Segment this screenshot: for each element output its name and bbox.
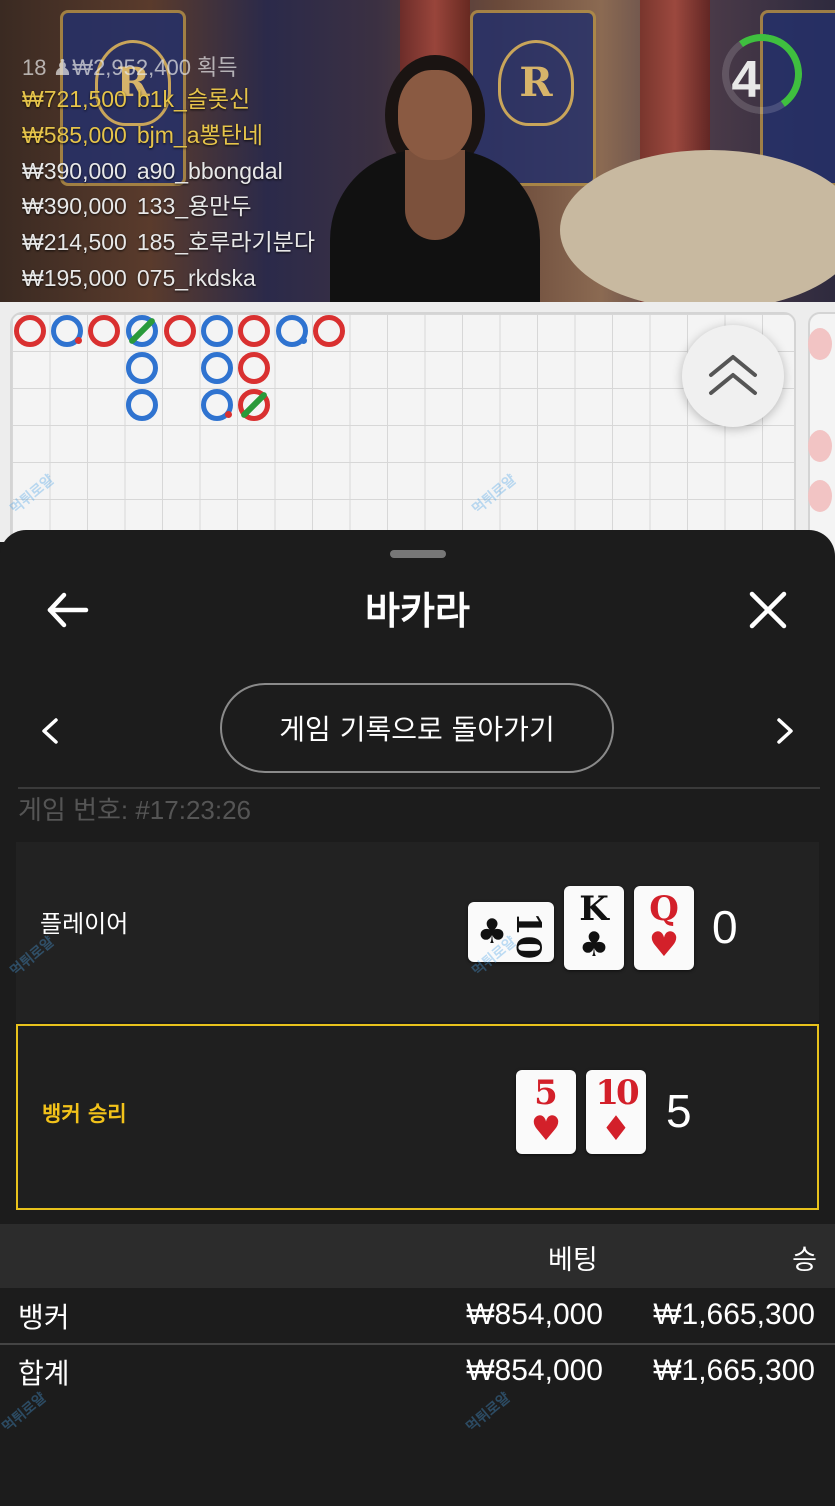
banker-result-marker (88, 315, 120, 347)
side-road-marker (808, 430, 832, 462)
winner-amount: ₩390,000 (22, 193, 127, 220)
pair-dot (300, 337, 307, 344)
royal-logo: R (498, 40, 574, 126)
dealer-neck (405, 150, 465, 240)
winner-row: ₩214,500 185_호루라기분다 (22, 225, 315, 261)
close-icon (749, 591, 787, 629)
row-win: ₩1,665,300 (653, 1354, 815, 1387)
card-rank: 10 (595, 1073, 639, 1113)
table-row: 합계 ₩854,000 ₩1,665,300 (0, 1346, 835, 1400)
player-hand: 플레이어 ♣ 10 K ♣ Q ♥ 0 먹튀로얄 먹튀로얄 (8, 842, 819, 1022)
winner-name: bjm_a뽕탄네 (136, 121, 263, 148)
pair-dot (225, 411, 232, 418)
row-label: 합계 (18, 1357, 70, 1390)
player-result-marker (201, 315, 233, 347)
back-to-game-history-button[interactable]: 게임 기록으로 돌아가기 (220, 683, 614, 773)
banker-card-2: 10 ♦ (586, 1070, 646, 1154)
bet-column-header: 베팅 (548, 1245, 598, 1276)
player-total: 0 (712, 901, 738, 953)
row-win: ₩1,665,300 (653, 1298, 815, 1331)
banker-hand: 뱅커 승리 5 ♥ 10 ♦ 5 (16, 1024, 819, 1210)
winner-row: ₩390,000 133_용만두 (22, 189, 315, 225)
player-card-3: Q ♥ (634, 886, 694, 970)
road-grid (10, 312, 796, 552)
row-label: 뱅커 (18, 1301, 70, 1334)
table-row: 뱅커 ₩854,000 ₩1,665,300 (0, 1290, 835, 1344)
game-table (560, 150, 835, 302)
previous-game-button[interactable] (30, 706, 70, 756)
banker-result-marker (238, 315, 270, 347)
winner-amount: ₩214,500 (22, 229, 127, 256)
card-rank: Q (649, 889, 679, 929)
banker-total: 5 (666, 1085, 692, 1137)
player-result-marker (126, 389, 158, 421)
row-bet: ₩854,000 (466, 1354, 603, 1387)
winner-name: 185_호루라기분다 (136, 229, 315, 256)
live-video-stream[interactable]: R R 4 18 ♟₩2,952,400 획득 ₩721,500 b1k_슬롯신 ₩… (0, 0, 835, 302)
chevron-left-icon (42, 718, 58, 744)
banker-card-1: 5 ♥ (516, 1070, 576, 1154)
card-suit: ♦ (600, 1109, 632, 1149)
banker-result-marker (313, 315, 345, 347)
double-chevron-up-icon (709, 355, 757, 395)
card-suit: ♥ (648, 925, 680, 965)
side-road-marker (808, 328, 832, 360)
winners-list: 18 ♟₩2,952,400 획득 ₩721,500 b1k_슬롯신 ₩585,00… (22, 50, 315, 297)
collapse-scoreboard-button[interactable] (682, 325, 784, 427)
watermark: 먹튀로얄 (7, 934, 58, 980)
winner-name: 133_용만두 (136, 193, 252, 220)
winner-name: a90_bbongdal (136, 157, 283, 184)
bet-table-header: 베팅 승 (0, 1224, 835, 1288)
row-bet: ₩854,000 (466, 1298, 603, 1331)
close-button[interactable] (740, 582, 796, 638)
winner-amount: ₩390,000 (22, 157, 127, 184)
pair-dot (75, 337, 82, 344)
winner-name: 075_rkdska (136, 264, 256, 291)
banker-win-label: 뱅커 승리 (42, 1102, 127, 1126)
game-number: 게임 번호: #17:23:26 (18, 795, 252, 825)
winner-row: ₩585,000 bjm_a뽕탄네 (22, 118, 315, 154)
winner-amount: ₩721,500 (22, 86, 127, 112)
winner-amount: ₩195,000 (22, 264, 127, 291)
player-label: 플레이어 (40, 910, 129, 938)
winner-row: ₩721,500 b1k_슬롯신 (22, 82, 315, 118)
chevron-right-icon (777, 718, 793, 744)
banker-result-marker (238, 352, 270, 384)
game-detail-sheet: 바카라 게임 기록으로 돌아가기 게임 번호: #17:23:26 플레이어 ♣… (0, 530, 835, 1506)
winner-row: ₩195,000 075_rkdska (22, 261, 315, 297)
next-game-button[interactable] (765, 706, 805, 756)
dealer-face (398, 70, 472, 160)
sheet-title: 바카라 (365, 589, 470, 633)
banker-result-marker (164, 315, 196, 347)
winners-header: 18 ♟₩2,952,400 획득 (22, 55, 238, 80)
countdown-timer: 4 (731, 51, 761, 109)
player-result-marker (126, 352, 158, 384)
winner-row: ₩390,000 a90_bbongdal (22, 154, 315, 190)
row-divider (0, 1343, 835, 1345)
card-suit: ♥ (530, 1109, 562, 1149)
sheet-drag-handle[interactable] (390, 550, 446, 558)
banker-result-marker (14, 315, 46, 347)
winner-name: b1k_슬롯신 (136, 86, 251, 112)
player-result-marker (201, 352, 233, 384)
side-road-marker (808, 480, 832, 512)
win-column-header: 승 (792, 1245, 817, 1276)
section-divider (18, 787, 820, 789)
card-rank: 5 (534, 1073, 558, 1113)
player-card-2: K ♣ (564, 886, 624, 970)
winner-amount: ₩585,000 (22, 121, 127, 148)
card-rank: K (579, 889, 609, 929)
card-suit: ♣ (578, 925, 610, 965)
